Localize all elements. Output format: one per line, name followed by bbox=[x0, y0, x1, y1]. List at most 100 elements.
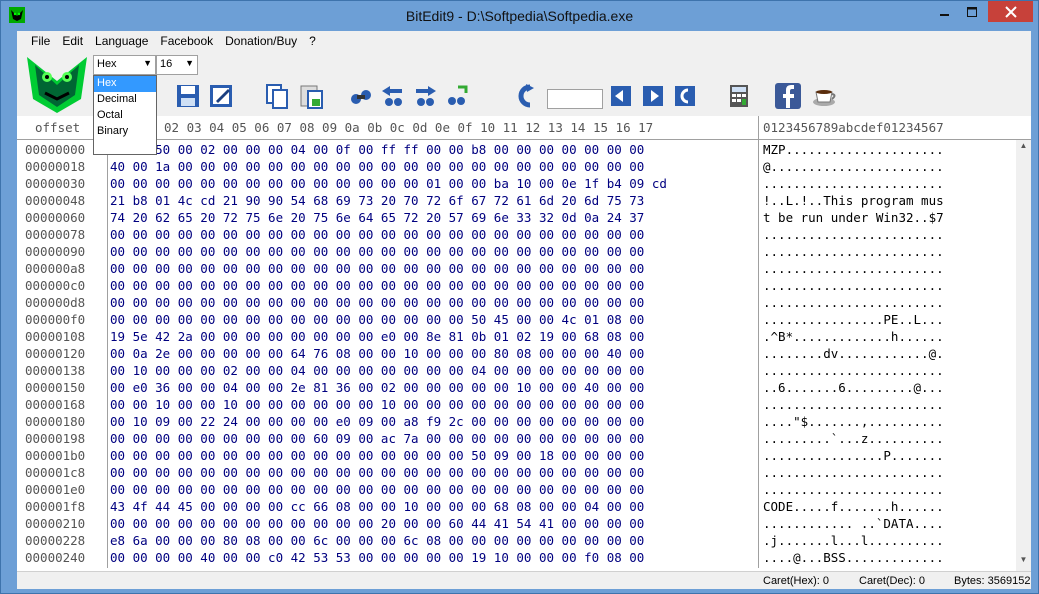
calculator-button[interactable] bbox=[725, 82, 753, 110]
hex-row[interactable]: 000000c0 00 00 00 00 00 00 00 00 00 00 00… bbox=[17, 278, 1017, 295]
edit-button[interactable] bbox=[207, 82, 235, 110]
goto-back-button[interactable] bbox=[671, 82, 699, 110]
goto-address-input[interactable] bbox=[547, 89, 603, 109]
row-hex-bytes[interactable]: e8 6a 00 00 00 80 08 00 00 6c 00 00 00 6… bbox=[110, 533, 644, 548]
row-hex-bytes[interactable]: 00 00 00 00 00 00 00 00 00 00 00 00 00 0… bbox=[110, 312, 644, 327]
row-ascii[interactable]: ........dv............@. bbox=[763, 346, 944, 361]
row-ascii[interactable]: ........................ bbox=[763, 244, 944, 259]
copy-button[interactable] bbox=[263, 82, 291, 110]
row-ascii[interactable]: ........................ bbox=[763, 465, 944, 480]
row-hex-bytes[interactable]: 00 10 00 00 00 02 00 00 04 00 00 00 00 0… bbox=[110, 363, 644, 378]
row-hex-bytes[interactable]: 40 00 1a 00 00 00 00 00 00 00 00 00 00 0… bbox=[110, 159, 644, 174]
row-ascii[interactable]: CODE.....f.......h...... bbox=[763, 499, 944, 514]
hex-row[interactable]: 000001e0 00 00 00 00 00 00 00 00 00 00 00… bbox=[17, 482, 1017, 499]
hex-row[interactable]: 000001c8 00 00 00 00 00 00 00 00 00 00 00… bbox=[17, 465, 1017, 482]
menu-language[interactable]: Language bbox=[89, 31, 154, 51]
row-ascii[interactable]: ........................ bbox=[763, 482, 944, 497]
row-ascii[interactable]: ............ ..`DATA.... bbox=[763, 516, 944, 531]
hex-row[interactable]: 00000048 21 b8 01 4c cd 21 90 90 54 68 69… bbox=[17, 193, 1017, 210]
scroll-up-icon[interactable]: ▲ bbox=[1016, 141, 1031, 156]
row-ascii[interactable]: ........................ bbox=[763, 227, 944, 242]
row-ascii[interactable]: ...."$.......,.......... bbox=[763, 414, 944, 429]
menu-edit[interactable]: Edit bbox=[56, 31, 89, 51]
vertical-scrollbar[interactable]: ▲ ▼ bbox=[1016, 140, 1031, 571]
scroll-down-icon[interactable]: ▼ bbox=[1016, 555, 1031, 570]
base-option-decimal[interactable]: Decimal bbox=[94, 92, 156, 108]
replace-button[interactable] bbox=[443, 82, 471, 110]
row-ascii[interactable]: !..L.!..This program mus bbox=[763, 193, 944, 208]
hex-row[interactable]: 000000d8 00 00 00 00 00 00 00 00 00 00 00… bbox=[17, 295, 1017, 312]
row-ascii[interactable]: ................PE..L... bbox=[763, 312, 944, 327]
row-hex-bytes[interactable]: 00 00 00 00 00 00 00 00 00 00 00 00 00 0… bbox=[110, 278, 644, 293]
hex-row[interactable]: 000000a8 00 00 00 00 00 00 00 00 00 00 00… bbox=[17, 261, 1017, 278]
row-hex-bytes[interactable]: 00 10 09 00 22 24 00 00 00 00 e0 09 00 a… bbox=[110, 414, 644, 429]
goto-button[interactable] bbox=[511, 82, 539, 110]
row-hex-bytes[interactable]: 00 00 00 00 00 00 00 00 00 00 00 00 00 0… bbox=[110, 227, 644, 242]
menu-facebook[interactable]: Facebook bbox=[154, 31, 219, 51]
row-hex-bytes[interactable]: 00 00 00 00 40 00 00 c0 42 53 53 00 00 0… bbox=[110, 550, 644, 565]
hex-row[interactable]: 00000078 00 00 00 00 00 00 00 00 00 00 00… bbox=[17, 227, 1017, 244]
row-hex-bytes[interactable]: 00 00 00 00 00 00 00 00 00 00 00 00 00 0… bbox=[110, 176, 667, 191]
menu-help[interactable]: ? bbox=[303, 31, 322, 51]
hex-row[interactable]: 00000060 74 20 62 65 20 72 75 6e 20 75 6e… bbox=[17, 210, 1017, 227]
base-option-binary[interactable]: Binary bbox=[94, 124, 156, 140]
row-hex-bytes[interactable]: 00 00 10 00 00 10 00 00 00 00 00 00 10 0… bbox=[110, 397, 644, 412]
hex-row[interactable]: 00000000 4d 5a 50 00 02 00 00 00 04 00 0f… bbox=[17, 142, 1017, 159]
facebook-button[interactable] bbox=[774, 82, 802, 110]
hex-row[interactable]: 00000240 00 00 00 00 40 00 00 c0 42 53 53… bbox=[17, 550, 1017, 567]
row-ascii[interactable]: ........................ bbox=[763, 261, 944, 276]
row-ascii[interactable]: t be run under Win32..$7 bbox=[763, 210, 944, 225]
row-ascii[interactable]: @....................... bbox=[763, 159, 944, 174]
hex-row[interactable]: 000000f0 00 00 00 00 00 00 00 00 00 00 00… bbox=[17, 312, 1017, 329]
width-select[interactable]: 16 ▼ bbox=[156, 55, 198, 75]
title-bar[interactable]: BitEdit9 - D:\Softpedia\Softpedia.exe bbox=[1, 1, 1038, 31]
hex-row[interactable]: 00000138 00 10 00 00 00 02 00 00 04 00 00… bbox=[17, 363, 1017, 380]
hex-row[interactable]: 00000120 00 0a 2e 00 00 00 00 00 64 76 08… bbox=[17, 346, 1017, 363]
row-hex-bytes[interactable]: 00 e0 36 00 00 04 00 00 2e 81 36 00 02 0… bbox=[110, 380, 644, 395]
row-hex-bytes[interactable]: 00 00 00 00 00 00 00 00 00 60 09 00 ac 7… bbox=[110, 431, 644, 446]
row-ascii[interactable]: ................P....... bbox=[763, 448, 944, 463]
hex-row[interactable]: 00000030 00 00 00 00 00 00 00 00 00 00 00… bbox=[17, 176, 1017, 193]
minimize-button[interactable] bbox=[931, 1, 958, 22]
row-ascii[interactable]: ........................ bbox=[763, 295, 944, 310]
close-button[interactable] bbox=[988, 1, 1033, 22]
base-option-octal[interactable]: Octal bbox=[94, 108, 156, 124]
goto-prev-button[interactable] bbox=[639, 82, 667, 110]
row-ascii[interactable]: ..6.......6.........@... bbox=[763, 380, 944, 395]
row-hex-bytes[interactable]: 21 b8 01 4c cd 21 90 90 54 68 69 73 20 7… bbox=[110, 193, 644, 208]
row-ascii[interactable]: .........`...z.......... bbox=[763, 431, 944, 446]
hex-row[interactable]: 000001b0 00 00 00 00 00 00 00 00 00 00 00… bbox=[17, 448, 1017, 465]
row-hex-bytes[interactable]: 00 00 00 00 00 00 00 00 00 00 00 00 00 0… bbox=[110, 295, 644, 310]
hex-row[interactable]: 00000090 00 00 00 00 00 00 00 00 00 00 00… bbox=[17, 244, 1017, 261]
row-ascii[interactable]: MZP..................... bbox=[763, 142, 944, 157]
row-ascii[interactable]: ........................ bbox=[763, 176, 944, 191]
row-ascii[interactable]: .j.......l...l.......... bbox=[763, 533, 944, 548]
row-hex-bytes[interactable]: 74 20 62 65 20 72 75 6e 20 75 6e 64 65 7… bbox=[110, 210, 644, 225]
row-hex-bytes[interactable]: 19 5e 42 2a 00 00 00 00 00 00 00 00 e0 0… bbox=[110, 329, 644, 344]
goto-next-button[interactable] bbox=[607, 82, 635, 110]
paste-button[interactable] bbox=[297, 82, 325, 110]
hex-editor[interactable]: offset 02 03 04 05 06 07 08 09 0a 0b 0c … bbox=[17, 116, 1031, 571]
hex-row[interactable]: 00000198 00 00 00 00 00 00 00 00 00 60 09… bbox=[17, 431, 1017, 448]
maximize-button[interactable] bbox=[958, 1, 985, 22]
hex-row[interactable]: 00000180 00 10 09 00 22 24 00 00 00 00 e0… bbox=[17, 414, 1017, 431]
row-hex-bytes[interactable]: 4d 5a 50 00 02 00 00 00 04 00 0f 00 ff f… bbox=[110, 142, 644, 157]
row-ascii[interactable]: ....@...BSS............. bbox=[763, 550, 944, 565]
find-next-button[interactable] bbox=[411, 82, 439, 110]
base-select[interactable]: Hex ▼ bbox=[93, 55, 156, 75]
hex-row[interactable]: 00000210 00 00 00 00 00 00 00 00 00 00 00… bbox=[17, 516, 1017, 533]
row-hex-bytes[interactable]: 00 00 00 00 00 00 00 00 00 00 00 00 00 0… bbox=[110, 244, 644, 259]
hex-row[interactable]: 00000150 00 e0 36 00 00 04 00 00 2e 81 36… bbox=[17, 380, 1017, 397]
row-hex-bytes[interactable]: 00 00 00 00 00 00 00 00 00 00 00 00 00 0… bbox=[110, 448, 644, 463]
menu-donation[interactable]: Donation/Buy bbox=[219, 31, 303, 51]
menu-file[interactable]: File bbox=[25, 31, 56, 51]
row-hex-bytes[interactable]: 00 00 00 00 00 00 00 00 00 00 00 00 00 0… bbox=[110, 261, 644, 276]
hex-row[interactable]: 00000168 00 00 10 00 00 10 00 00 00 00 00… bbox=[17, 397, 1017, 414]
hex-row[interactable]: 00000228 e8 6a 00 00 00 80 08 00 00 6c 00… bbox=[17, 533, 1017, 550]
row-ascii[interactable]: ........................ bbox=[763, 363, 944, 378]
row-hex-bytes[interactable]: 00 00 00 00 00 00 00 00 00 00 00 00 20 0… bbox=[110, 516, 644, 531]
hex-row[interactable]: 00000018 40 00 1a 00 00 00 00 00 00 00 00… bbox=[17, 159, 1017, 176]
save-button[interactable] bbox=[174, 82, 202, 110]
row-ascii[interactable]: .^B*.............h...... bbox=[763, 329, 944, 344]
row-ascii[interactable]: ........................ bbox=[763, 278, 944, 293]
